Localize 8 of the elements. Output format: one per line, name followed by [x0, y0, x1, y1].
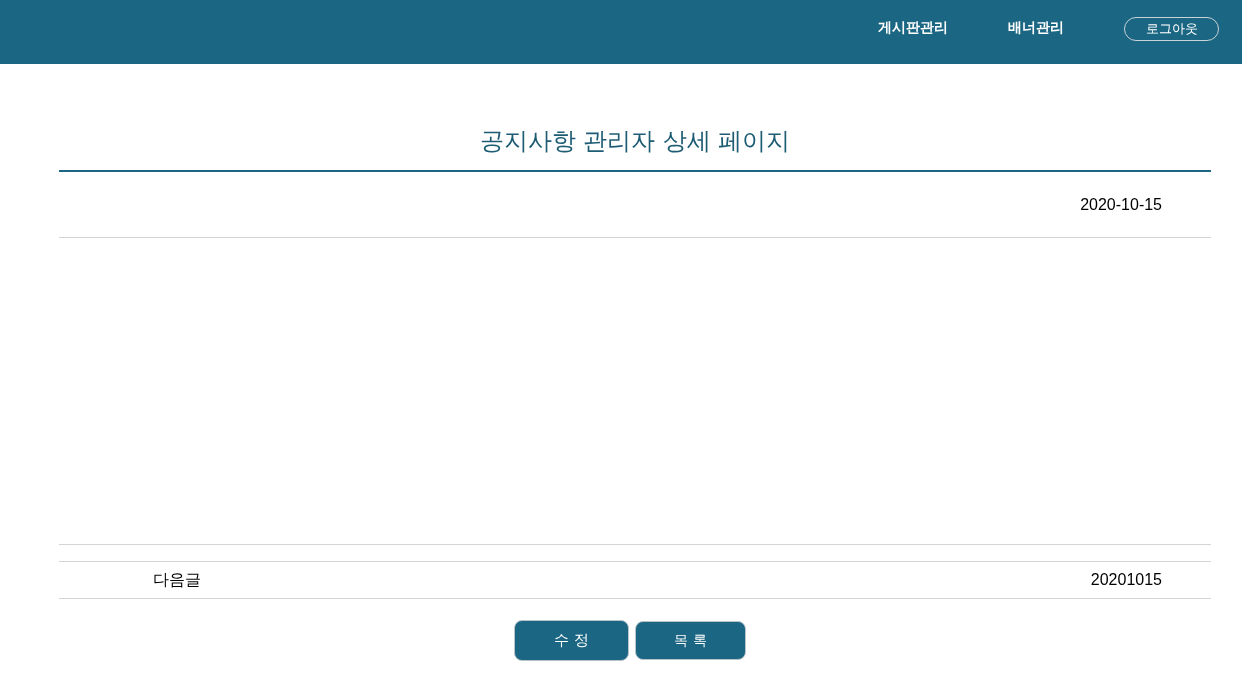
list-button[interactable]: 목 록 — [635, 621, 746, 660]
next-post-label: 다음글 — [153, 569, 201, 590]
nav-link[interactable]: 게시판관리 — [878, 17, 948, 37]
nav-link[interactable]: 배너관리 — [1008, 17, 1064, 37]
post-date: 2020-10-15 — [1080, 195, 1162, 214]
next-post-date: 20201015 — [1090, 571, 1162, 589]
page-title: 공지사항 관리자 상세 페이지 — [479, 126, 791, 156]
edit-button[interactable]: 수 정 — [514, 620, 629, 661]
